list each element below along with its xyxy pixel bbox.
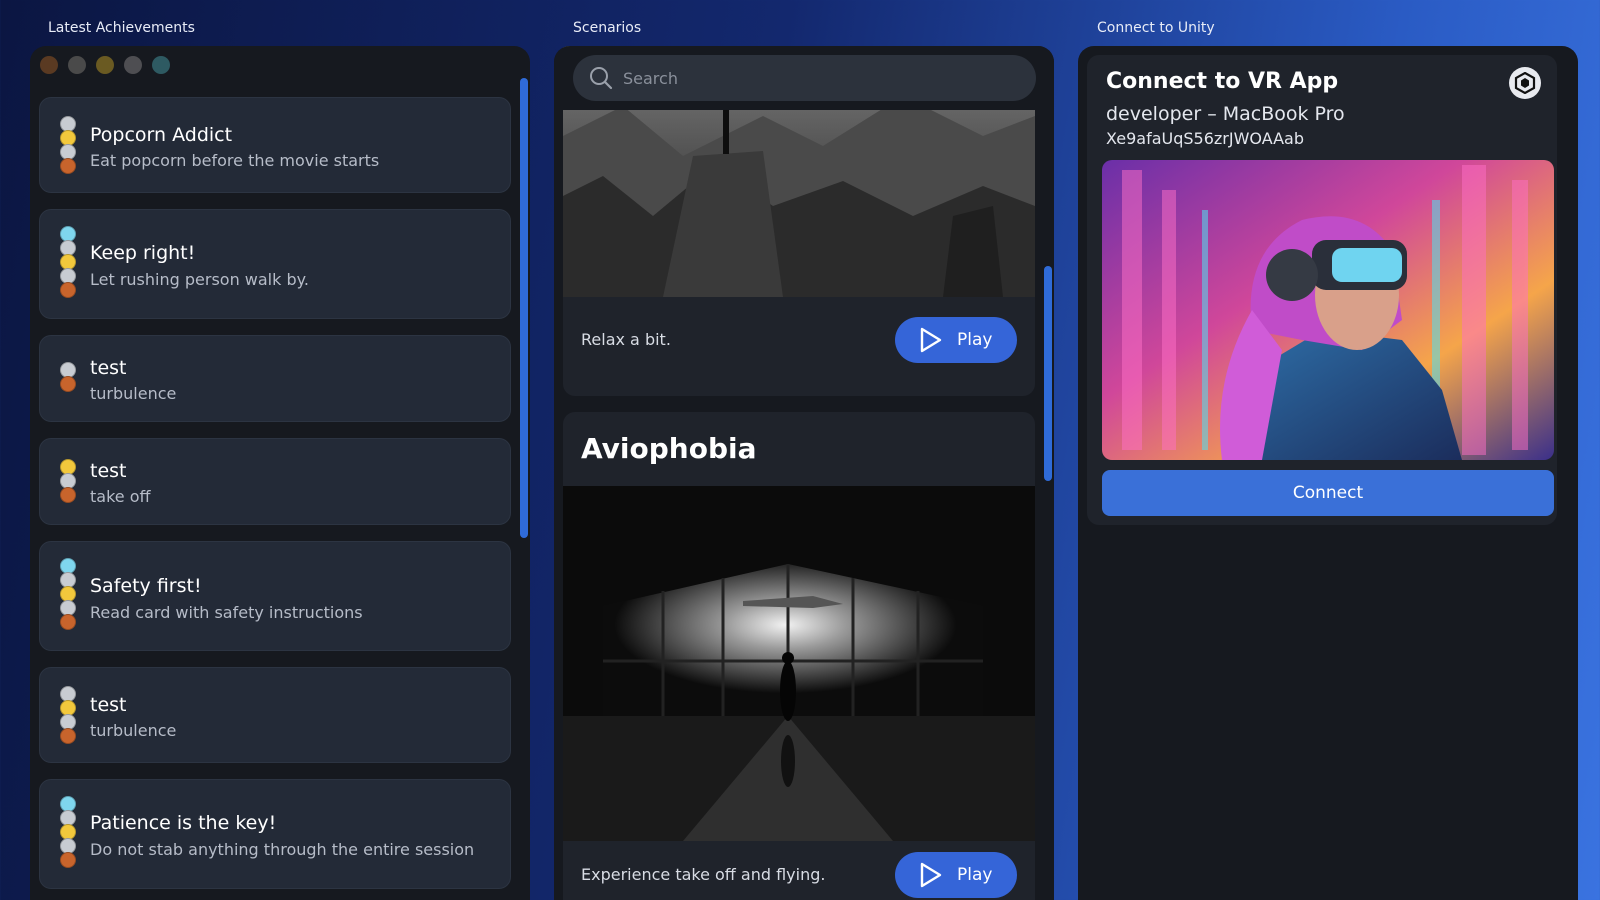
achievement-title: Keep right!	[90, 242, 196, 264]
play-icon	[920, 327, 942, 353]
scenarios-heading: Scenarios	[573, 20, 642, 36]
vr-user-image	[1102, 160, 1554, 460]
medal-stack	[60, 226, 76, 298]
play-icon	[920, 862, 942, 888]
achievement-desc: Read card with safety instructions	[90, 603, 363, 622]
search-icon	[590, 67, 613, 90]
medal-icon	[60, 852, 76, 868]
medal-icon	[60, 158, 76, 174]
window-dot-4[interactable]	[124, 56, 142, 74]
achievements-heading: Latest Achievements	[48, 20, 195, 36]
window-dot-3[interactable]	[96, 56, 114, 74]
scenario-image	[563, 486, 1035, 841]
search-bar[interactable]	[573, 55, 1036, 101]
medal-icon	[60, 376, 76, 392]
medal-icon	[60, 614, 76, 630]
medal-stack	[60, 686, 76, 744]
medal-stack	[60, 459, 76, 503]
scenario-description: Relax a bit.	[581, 330, 671, 349]
scenarios-scrollbar[interactable]	[1044, 266, 1052, 481]
play-button[interactable]: Play	[895, 852, 1017, 898]
achievements-panel: Popcorn Addict Eat popcorn before the mo…	[30, 46, 530, 900]
achievement-card[interactable]: test turbulence	[39, 335, 511, 422]
search-input[interactable]	[623, 68, 1003, 88]
medal-stack	[60, 362, 76, 392]
achievement-title: test	[90, 357, 127, 379]
unity-heading: Connect to Unity	[1097, 20, 1215, 36]
window-dot-5[interactable]	[152, 56, 170, 74]
window-dot-1[interactable]	[40, 56, 58, 74]
scenarios-panel: Relax a bit. Play Aviophobia Experience …	[554, 46, 1054, 900]
achievement-desc: take off	[90, 487, 151, 506]
device-name: developer – MacBook Pro	[1106, 103, 1345, 125]
achievement-title: test	[90, 694, 127, 716]
connect-title: Connect to VR App	[1106, 69, 1339, 94]
play-label: Play	[957, 865, 993, 885]
achievement-card[interactable]: Keep right! Let rushing person walk by.	[39, 209, 511, 319]
unity-panel: Connect to VR App developer – MacBook Pr…	[1078, 46, 1578, 900]
achievement-card[interactable]: Safety first! Read card with safety inst…	[39, 541, 511, 651]
connect-card: Connect to VR App developer – MacBook Pr…	[1087, 55, 1557, 525]
achievement-desc: Do not stab anything through the entire …	[90, 840, 475, 859]
medal-stack	[60, 116, 76, 174]
achievement-desc: Let rushing person walk by.	[90, 270, 309, 289]
achievement-card[interactable]: test take off	[39, 438, 511, 525]
window-dot-2[interactable]	[68, 56, 86, 74]
medal-stack	[60, 796, 76, 868]
achievement-desc: Eat popcorn before the movie starts	[90, 151, 380, 170]
achievement-card[interactable]: Popcorn Addict Eat popcorn before the mo…	[39, 97, 511, 193]
connect-button[interactable]: Connect	[1102, 470, 1554, 516]
medal-icon	[60, 282, 76, 298]
medal-icon	[60, 487, 76, 503]
achievement-card[interactable]: test turbulence	[39, 667, 511, 763]
achievement-title: Popcorn Addict	[90, 124, 233, 146]
achievements-scrollbar[interactable]	[520, 78, 528, 538]
unity-logo-icon	[1509, 67, 1541, 99]
achievement-desc: turbulence	[90, 721, 177, 740]
window-controls	[40, 56, 170, 74]
connection-code: Xe9afaUqS56zrJWOAAab	[1106, 129, 1305, 148]
achievement-card[interactable]: Patience is the key! Do not stab anythin…	[39, 779, 511, 889]
medal-icon	[60, 728, 76, 744]
achievement-desc: turbulence	[90, 384, 177, 403]
scenario-card[interactable]: Aviophobia Experience take off and flyin…	[563, 412, 1035, 900]
play-button[interactable]: Play	[895, 317, 1017, 363]
achievement-title: test	[90, 460, 127, 482]
achievement-title: Safety first!	[90, 575, 202, 597]
scenario-description: Experience take off and flying.	[581, 865, 826, 884]
medal-stack	[60, 558, 76, 630]
play-label: Play	[957, 330, 993, 350]
achievement-title: Patience is the key!	[90, 812, 277, 834]
scenario-title: Aviophobia	[581, 432, 757, 465]
